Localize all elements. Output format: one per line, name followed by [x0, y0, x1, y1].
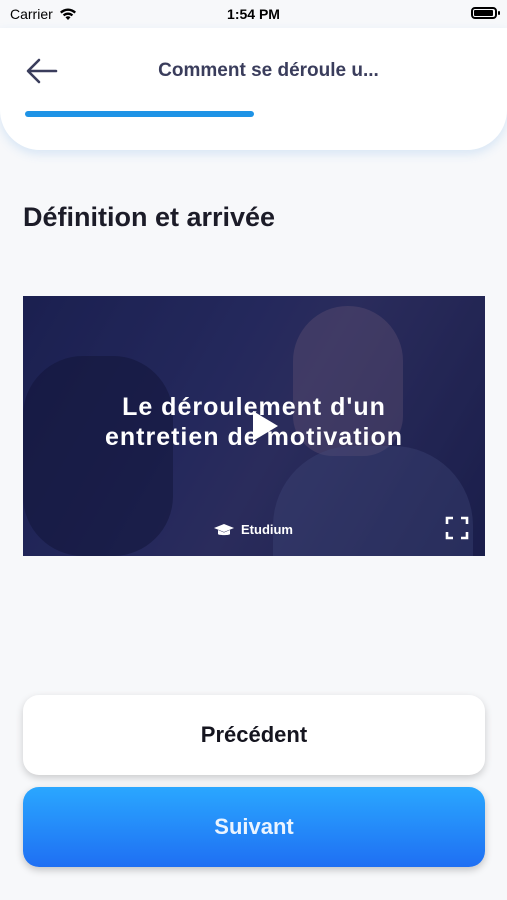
next-button[interactable]: Suivant — [23, 787, 485, 867]
play-icon[interactable] — [245, 408, 281, 444]
fullscreen-icon[interactable] — [445, 516, 469, 540]
progress-bar — [25, 111, 482, 117]
brand-label: Etudium — [241, 522, 293, 537]
status-time: 1:54 PM — [227, 6, 280, 22]
battery-icon — [471, 7, 500, 19]
status-bar: Carrier 1:54 PM — [0, 0, 507, 28]
previous-button[interactable]: Précédent — [23, 695, 485, 775]
progress-bar-fill — [25, 111, 254, 117]
header-title: Comment se déroule u... — [158, 60, 379, 81]
header: Comment se déroule u... — [0, 28, 507, 150]
graduation-cap-icon — [214, 523, 234, 535]
back-arrow-icon[interactable] — [24, 56, 60, 86]
section-title: Définition et arrivée — [23, 202, 276, 232]
brand-watermark: Etudium — [213, 522, 293, 537]
video-player[interactable]: Le déroulement d'un entretien de motivat… — [23, 296, 485, 556]
